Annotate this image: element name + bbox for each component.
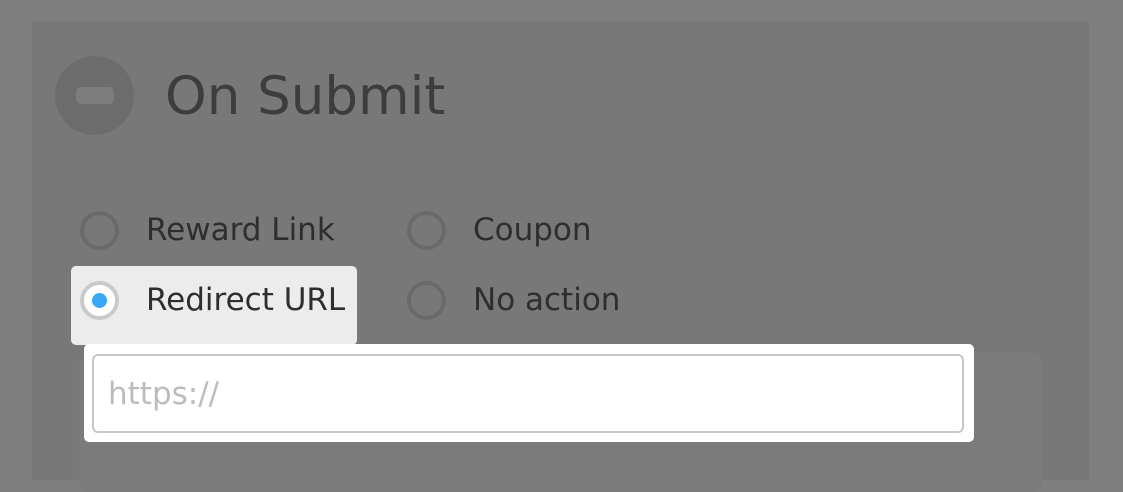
option-label: No action: [473, 282, 621, 318]
section-title: On Submit: [165, 66, 446, 127]
option-label: Coupon: [473, 212, 592, 248]
minus-bar: [76, 87, 114, 104]
option-coupon[interactable]: Coupon: [398, 196, 648, 275]
option-label: Reward Link: [146, 212, 335, 248]
radio-button[interactable]: [407, 211, 446, 250]
option-no-action[interactable]: No action: [398, 266, 688, 345]
radio-selected-dot: [92, 293, 107, 308]
radio-button-selected[interactable]: [80, 281, 119, 320]
minus-circle-icon[interactable]: [55, 56, 134, 135]
redirect-url-input[interactable]: [92, 354, 964, 433]
option-label: Redirect URL: [146, 282, 346, 318]
option-reward-link[interactable]: Reward Link: [71, 196, 357, 275]
option-redirect-url[interactable]: Redirect URL: [71, 266, 357, 345]
radio-button[interactable]: [80, 211, 119, 250]
radio-button[interactable]: [407, 281, 446, 320]
redirect-url-highlight: [84, 344, 974, 442]
